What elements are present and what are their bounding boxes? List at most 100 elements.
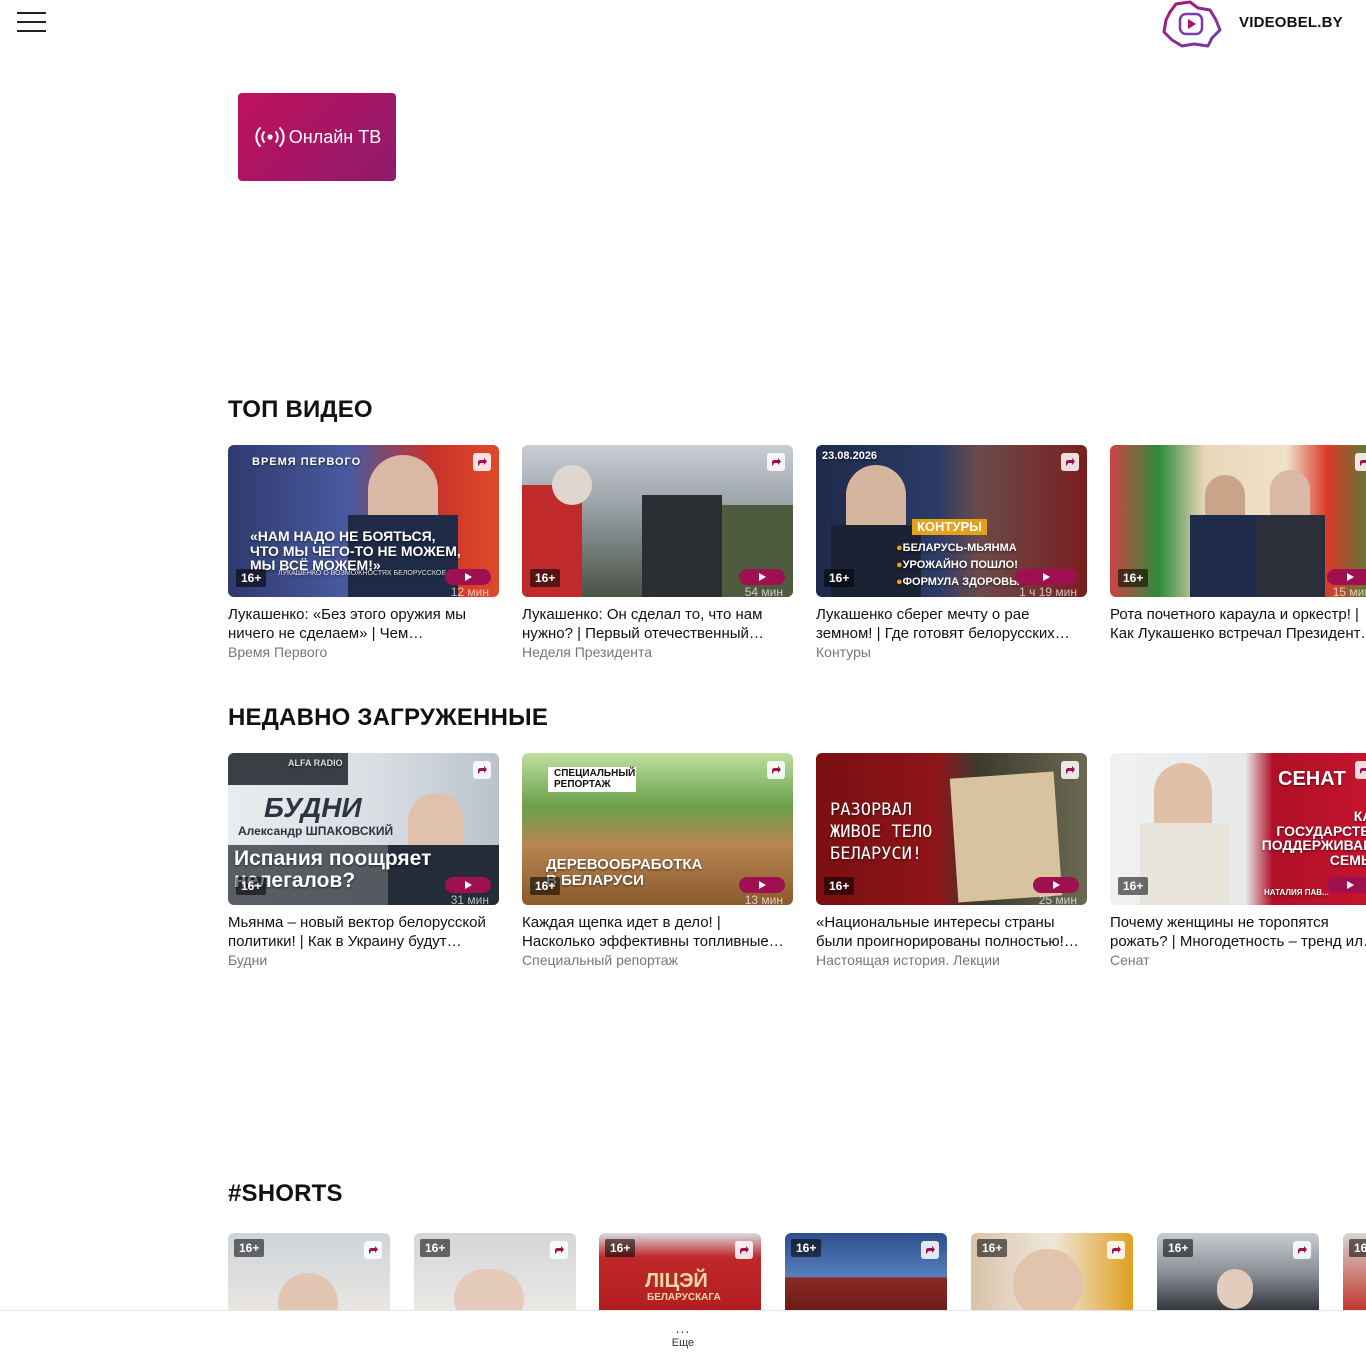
channel-name[interactable]: Настоящая история. Лекции xyxy=(816,952,1087,968)
video-thumbnail[interactable]: ВРЕМЯ ПЕРВОГО «НАМ НАДО НЕ БОЯТЬСЯ, ЧТО … xyxy=(228,445,499,597)
duration: 25 мин xyxy=(1038,893,1077,905)
short-card[interactable]: 16 xyxy=(1343,1233,1366,1310)
duration: 12 мин xyxy=(450,585,489,597)
play-icon[interactable] xyxy=(1015,569,1077,585)
thumb-overlay-text: 23.08.2026 xyxy=(822,450,878,462)
channel-name[interactable]: Специальный репортаж xyxy=(522,952,793,968)
thumb-overlay-text: ЛІЦЭЙ xyxy=(645,1270,708,1292)
video-card[interactable]: ВРЕМЯ ПЕРВОГО «НАМ НАДО НЕ БОЯТЬСЯ, ЧТО … xyxy=(228,445,499,660)
share-icon[interactable] xyxy=(364,1241,382,1259)
share-icon[interactable] xyxy=(921,1241,939,1259)
top-videos-row: ВРЕМЯ ПЕРВОГО «НАМ НАДО НЕ БОЯТЬСЯ, ЧТО … xyxy=(228,445,1366,665)
video-thumbnail[interactable]: РАЗОРВАЛ ЖИВОЕ ТЕЛО БЕЛАРУСИ! 16+ 25 мин xyxy=(816,753,1087,905)
video-card[interactable]: 23.08.2026 КОНТУРЫ ●БЕЛАРУСЬ-МЬЯНМА ●УРО… xyxy=(816,445,1087,660)
video-title[interactable]: Мьянма – новый вектор белорусской полити… xyxy=(228,913,499,951)
video-thumbnail[interactable]: 16+ 15 мин xyxy=(1110,445,1366,597)
video-card[interactable]: СПЕЦИАЛЬНЫЙ РЕПОРТАЖ ДЕРЕВООБРАБОТКА В Б… xyxy=(522,753,793,968)
online-tv-label: Онлайн ТВ xyxy=(288,126,382,147)
channel-name[interactable]: Контуры xyxy=(816,644,1087,660)
video-title[interactable]: Лукашенко сберег мечту о рае земном! | Г… xyxy=(816,605,1087,643)
age-badge: 16+ xyxy=(420,1239,451,1257)
thumb-overlay-text: КОНТУРЫ xyxy=(912,519,987,535)
share-icon[interactable] xyxy=(473,761,491,779)
age-badge: 16+ xyxy=(1118,877,1149,895)
shorts-row: 16+ 16+ ЛІЦЭЙ БЕЛАРУСКАГА 16+ 16+ 16+ 16… xyxy=(228,1233,1366,1310)
short-card[interactable]: 16+ xyxy=(414,1233,576,1310)
age-badge: 16+ xyxy=(530,877,561,895)
share-icon[interactable] xyxy=(1061,761,1079,779)
duration: 1 ч 19 мин xyxy=(1019,585,1077,597)
menu-icon[interactable] xyxy=(17,12,46,33)
video-thumbnail[interactable]: СЕНАТ КАК ГОСУДАРСТВО ПОДДЕРЖИВАЕТ СЕМЬИ… xyxy=(1110,753,1366,905)
thumb-overlay-text: ●БЕЛАРУСЬ-МЬЯНМА ●УРОЖАЙНО ПОШЛО! ●ФОРМУ… xyxy=(896,542,1025,588)
thumb-overlay-text: СЕНАТ xyxy=(1278,768,1346,790)
share-icon[interactable] xyxy=(1061,453,1079,471)
more-label: Еще xyxy=(671,1337,695,1349)
play-icon[interactable] xyxy=(1327,569,1366,585)
age-badge: 16+ xyxy=(824,569,855,587)
play-icon[interactable] xyxy=(445,569,491,585)
channel-name[interactable]: Сенат xyxy=(1110,952,1366,968)
video-card[interactable]: 16+ 54 мин Лукашенко: Он сделал то, что … xyxy=(522,445,793,660)
play-icon[interactable] xyxy=(1327,877,1366,893)
short-card[interactable]: ЛІЦЭЙ БЕЛАРУСКАГА 16+ xyxy=(599,1233,761,1310)
video-thumbnail[interactable]: СПЕЦИАЛЬНЫЙ РЕПОРТАЖ ДЕРЕВООБРАБОТКА В Б… xyxy=(522,753,793,905)
brand-name[interactable]: VIDEOBEL.BY xyxy=(1239,14,1343,31)
thumb-overlay-text: СПЕЦИАЛЬНЫЙ РЕПОРТАЖ xyxy=(548,767,636,792)
duration: 54 мин xyxy=(744,585,783,597)
bottom-nav: ... Еще xyxy=(0,1310,1366,1367)
share-icon[interactable] xyxy=(767,453,785,471)
age-badge: 16+ xyxy=(791,1239,822,1257)
share-icon[interactable] xyxy=(473,453,491,471)
video-title[interactable]: Почему женщины не торопятся рожать? | Мн… xyxy=(1110,913,1366,951)
age-badge: 16+ xyxy=(236,569,267,587)
share-icon[interactable] xyxy=(1107,1241,1125,1259)
video-title[interactable]: Каждая щепка идет в дело! | Насколько эф… xyxy=(522,913,793,951)
video-title[interactable]: «Национальные интересы страны были проиг… xyxy=(816,913,1087,951)
more-button[interactable]: ... Еще xyxy=(668,1321,698,1349)
online-tv-button[interactable]: Онлайн ТВ xyxy=(238,93,396,181)
thumb-overlay-text: БУДНИ xyxy=(264,792,362,823)
duration: 15 мин xyxy=(1332,585,1366,597)
play-icon[interactable] xyxy=(739,877,785,893)
share-icon[interactable] xyxy=(1355,453,1366,471)
channel-name[interactable]: Будни xyxy=(228,952,499,968)
video-card[interactable]: ALFA RADIO БУДНИ Александр ШПАКОВСКИЙ Ис… xyxy=(228,753,499,968)
play-icon[interactable] xyxy=(445,877,491,893)
channel-name[interactable]: Время Первого xyxy=(228,644,499,660)
section-title-recent: НЕДАВНО ЗАГРУЖЕННЫЕ xyxy=(228,704,549,731)
age-badge: 16+ xyxy=(824,877,855,895)
thumb-overlay-text: «НАМ НАДО НЕ БОЯТЬСЯ, ЧТО МЫ ЧЕГО-ТО НЕ … xyxy=(250,528,461,574)
share-icon[interactable] xyxy=(767,761,785,779)
video-title[interactable]: Лукашенко: «Без этого оружия мы ничего н… xyxy=(228,605,499,643)
thumb-overlay-text: БЕЛАРУСКАГА xyxy=(647,1292,721,1303)
age-badge: 16+ xyxy=(234,1239,265,1257)
video-card[interactable]: 16+ 15 мин Рота почетного караула и орке… xyxy=(1110,445,1366,644)
video-thumbnail[interactable]: 16+ 54 мин xyxy=(522,445,793,597)
videobel-logo[interactable] xyxy=(1160,0,1222,48)
thumb-overlay-text: ВРЕМЯ ПЕРВОГО xyxy=(252,456,362,468)
video-thumbnail[interactable]: 23.08.2026 КОНТУРЫ ●БЕЛАРУСЬ-МЬЯНМА ●УРО… xyxy=(816,445,1087,597)
video-thumbnail[interactable]: ALFA RADIO БУДНИ Александр ШПАКОВСКИЙ Ис… xyxy=(228,753,499,905)
short-card[interactable]: 16+ xyxy=(971,1233,1133,1310)
share-icon[interactable] xyxy=(1293,1241,1311,1259)
video-title[interactable]: Лукашенко: Он сделал то, что нам нужно? … xyxy=(522,605,793,643)
share-icon[interactable] xyxy=(735,1241,753,1259)
thumb-overlay-text: ДЕРЕВООБРАБОТКА В БЕЛАРУСИ xyxy=(546,856,703,889)
short-card[interactable]: 16+ xyxy=(1157,1233,1319,1310)
video-card[interactable]: РАЗОРВАЛ ЖИВОЕ ТЕЛО БЕЛАРУСИ! 16+ 25 мин… xyxy=(816,753,1087,968)
short-card[interactable]: 16+ xyxy=(228,1233,390,1310)
share-icon[interactable] xyxy=(550,1241,568,1259)
video-card[interactable]: СЕНАТ КАК ГОСУДАРСТВО ПОДДЕРЖИВАЕТ СЕМЬИ… xyxy=(1110,753,1366,968)
age-badge: 16+ xyxy=(236,877,267,895)
short-card[interactable]: 16+ xyxy=(785,1233,947,1310)
share-icon[interactable] xyxy=(1355,761,1366,779)
channel-name[interactable]: Неделя Президента xyxy=(522,644,793,660)
section-title-shorts: #SHORTS xyxy=(228,1180,343,1207)
video-title[interactable]: Рота почетного караула и оркестр! | Как … xyxy=(1110,605,1366,643)
age-badge: 16+ xyxy=(530,569,561,587)
play-icon[interactable] xyxy=(1033,877,1079,893)
thumb-overlay-text: РАЗОРВАЛ ЖИВОЕ ТЕЛО БЕЛАРУСИ! xyxy=(830,800,933,864)
play-icon[interactable] xyxy=(739,569,785,585)
thumb-overlay-text: Александр ШПАКОВСКИЙ xyxy=(238,824,394,838)
